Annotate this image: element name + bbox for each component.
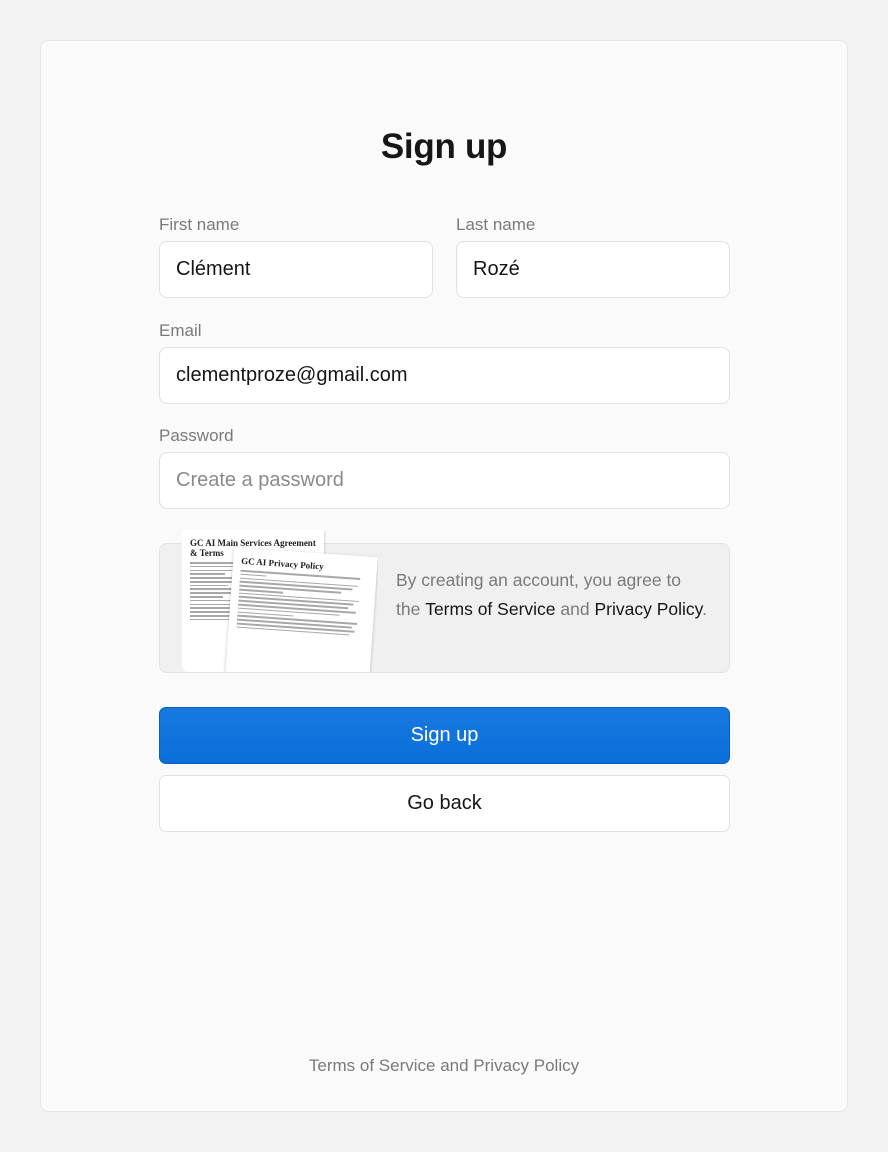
- last-name-input[interactable]: [456, 241, 730, 298]
- terms-of-service-link[interactable]: Terms of Service: [425, 599, 555, 619]
- email-input[interactable]: [159, 347, 730, 404]
- password-input[interactable]: [159, 452, 730, 509]
- last-name-label: Last name: [456, 215, 536, 234]
- privacy-policy-link[interactable]: Privacy Policy: [594, 599, 702, 619]
- page-title: Sign up: [380, 127, 508, 166]
- signup-button[interactable]: Sign up: [159, 707, 730, 764]
- email-label: Email: [159, 321, 202, 340]
- agreement-suffix: .: [702, 599, 707, 619]
- terms-agreement-box: GC AI Main Services Agreement & Terms GC…: [159, 530, 730, 673]
- terms-agreement-text: By creating an account, you agree to the…: [396, 566, 716, 624]
- signup-card: Sign up First name Last name Email Passw…: [40, 40, 848, 1112]
- go-back-button[interactable]: Go back: [159, 775, 730, 832]
- agreement-conjunction: and: [560, 599, 590, 619]
- privacy-policy-document: GC AI Privacy Policy: [222, 547, 378, 672]
- legal-documents-illustration: GC AI Main Services Agreement & Terms GC…: [182, 530, 378, 672]
- first-name-label: First name: [159, 215, 240, 234]
- password-label: Password: [159, 426, 234, 445]
- first-name-input[interactable]: [159, 241, 433, 298]
- footer-terms-privacy-link[interactable]: Terms of Service and Privacy Policy: [41, 1056, 847, 1076]
